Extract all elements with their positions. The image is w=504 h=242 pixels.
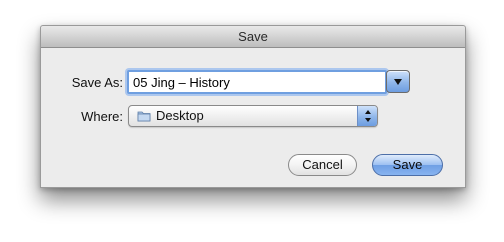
cancel-button[interactable]: Cancel bbox=[288, 154, 357, 176]
screen: Save Save As: Where: Desktop Cancel Save bbox=[0, 0, 504, 242]
triangle-down-icon bbox=[394, 78, 402, 85]
expand-dialog-button[interactable] bbox=[386, 70, 410, 93]
where-stepper[interactable] bbox=[357, 106, 377, 126]
updown-arrows-icon bbox=[364, 110, 371, 122]
dialog-title: Save bbox=[41, 26, 465, 48]
save-dialog: Save Save As: Where: Desktop Cancel Save bbox=[40, 25, 466, 188]
filename-input[interactable] bbox=[127, 70, 387, 94]
where-label: Where: bbox=[81, 109, 123, 124]
save-as-label: Save As: bbox=[71, 75, 123, 90]
where-selected-value: Desktop bbox=[156, 108, 204, 123]
folder-icon bbox=[137, 111, 151, 122]
save-button[interactable]: Save bbox=[372, 154, 443, 176]
where-popup-button[interactable]: Desktop bbox=[128, 105, 378, 127]
